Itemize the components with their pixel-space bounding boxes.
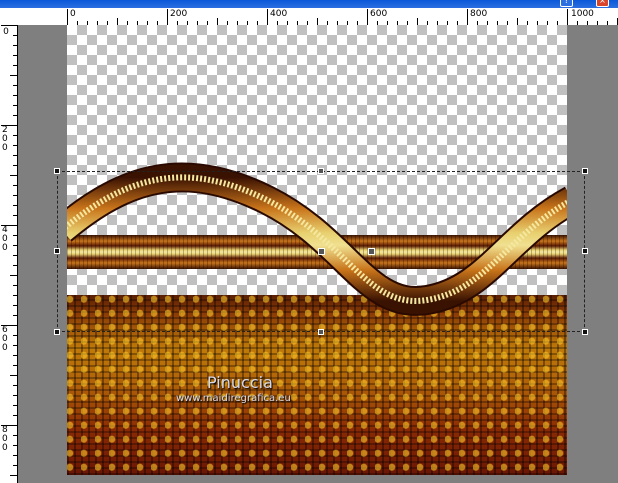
ruler-tick: [13, 285, 17, 286]
handle-bottom-mid[interactable]: [318, 329, 324, 335]
ruler-tick: [10, 375, 17, 376]
center-pivot-handle[interactable]: [318, 248, 325, 255]
ruler-tick: [13, 335, 17, 336]
ruler-tick: [167, 9, 168, 25]
ruler-tick: [317, 18, 318, 25]
ruler-tick: [13, 415, 17, 416]
rotation-handle[interactable]: [368, 248, 375, 255]
ruler-tick: [13, 395, 17, 396]
ruler-tick: [13, 295, 17, 296]
ruler-tick: [13, 435, 17, 436]
ruler-tick: [13, 405, 17, 406]
ruler-tick: [13, 195, 17, 196]
ruler-top-label-400: 400: [270, 9, 288, 19]
ruler-tick: [13, 105, 17, 106]
ruler-left-label-600: 600: [2, 325, 8, 353]
ruler-tick: [13, 35, 17, 36]
ruler-tick: [13, 305, 17, 306]
handle-top-mid[interactable]: [318, 168, 324, 174]
ruler-tick: [67, 9, 68, 25]
ruler-tick: [10, 475, 17, 476]
handle-bottom-left[interactable]: [54, 329, 60, 335]
handle-mid-left[interactable]: [54, 248, 60, 254]
ruler-tick: [267, 9, 268, 25]
ruler-tick: [13, 145, 17, 146]
ruler-left-label-800: 800: [2, 425, 8, 453]
ruler-tick: [13, 455, 17, 456]
ruler-tick: [13, 255, 17, 256]
ruler-tick: [517, 18, 518, 25]
ruler-tick: [567, 9, 568, 25]
ruler-tick: [10, 75, 17, 76]
ruler-tick: [13, 245, 17, 246]
ruler-top-label-200: 200: [170, 9, 188, 19]
ruler-left-label-200: 200: [2, 125, 8, 153]
ruler-tick: [13, 385, 17, 386]
image-canvas[interactable]: Pinuccia www.maidiregrafica.eu: [67, 25, 567, 475]
ruler-tick: [13, 45, 17, 46]
ruler-tick: [13, 55, 17, 56]
wave-ribbon: [67, 162, 567, 316]
ruler-tick: [1, 25, 17, 26]
ruler-left: 0 200 400 600 800: [0, 25, 18, 483]
watermark-url: www.maidiregrafica.eu: [176, 393, 291, 404]
ruler-tick: [13, 355, 17, 356]
ruler-tick: [117, 18, 118, 25]
close-button[interactable]: ×: [596, 0, 609, 7]
ruler-tick: [13, 345, 17, 346]
ruler-tick: [1, 125, 17, 126]
ruler-top-label-800: 800: [470, 9, 488, 19]
ruler-tick: [467, 9, 468, 25]
handle-top-left[interactable]: [54, 168, 60, 174]
ruler-tick: [10, 275, 17, 276]
ruler-tick: [13, 85, 17, 86]
ruler-tick: [1, 225, 17, 226]
handle-mid-right[interactable]: [582, 248, 588, 254]
handle-bottom-right[interactable]: [582, 329, 588, 335]
ruler-left-label-400: 400: [2, 225, 8, 253]
ruler-tick: [417, 18, 418, 25]
title-bar: ? ×: [0, 0, 618, 8]
ruler-tick: [10, 175, 17, 176]
ruler-tick: [13, 95, 17, 96]
ruler-tick: [13, 65, 17, 66]
ruler-tick: [13, 265, 17, 266]
ruler-tick: [13, 215, 17, 216]
ruler-tick: [13, 165, 17, 166]
ruler-tick: [1, 425, 17, 426]
ruler-top-label-0: 0: [70, 9, 76, 19]
ruler-tick: [13, 315, 17, 316]
close-icon: ×: [599, 0, 606, 5]
ruler-tick: [13, 445, 17, 446]
ruler-tick: [367, 9, 368, 25]
ruler-tick: [13, 155, 17, 156]
ruler-tick: [13, 365, 17, 366]
ruler-tick: [13, 235, 17, 236]
ruler-tick: [13, 115, 17, 116]
ruler-top: 0 200 400 600 800 1000: [0, 8, 618, 26]
ruler-top-label-600: 600: [370, 9, 388, 19]
ruler-tick: [217, 18, 218, 25]
ruler-tick: [13, 465, 17, 466]
handle-top-right[interactable]: [582, 168, 588, 174]
ruler-tick: [13, 185, 17, 186]
ruler-left-label-0: 0: [3, 27, 9, 37]
ruler-tick: [13, 135, 17, 136]
ruler-top-label-1000: 1000: [571, 9, 594, 19]
help-button[interactable]: ?: [560, 0, 573, 7]
watermark-name: Pinuccia: [207, 373, 273, 392]
ruler-tick: [1, 325, 17, 326]
help-icon: ?: [564, 0, 569, 5]
ruler-tick: [13, 205, 17, 206]
